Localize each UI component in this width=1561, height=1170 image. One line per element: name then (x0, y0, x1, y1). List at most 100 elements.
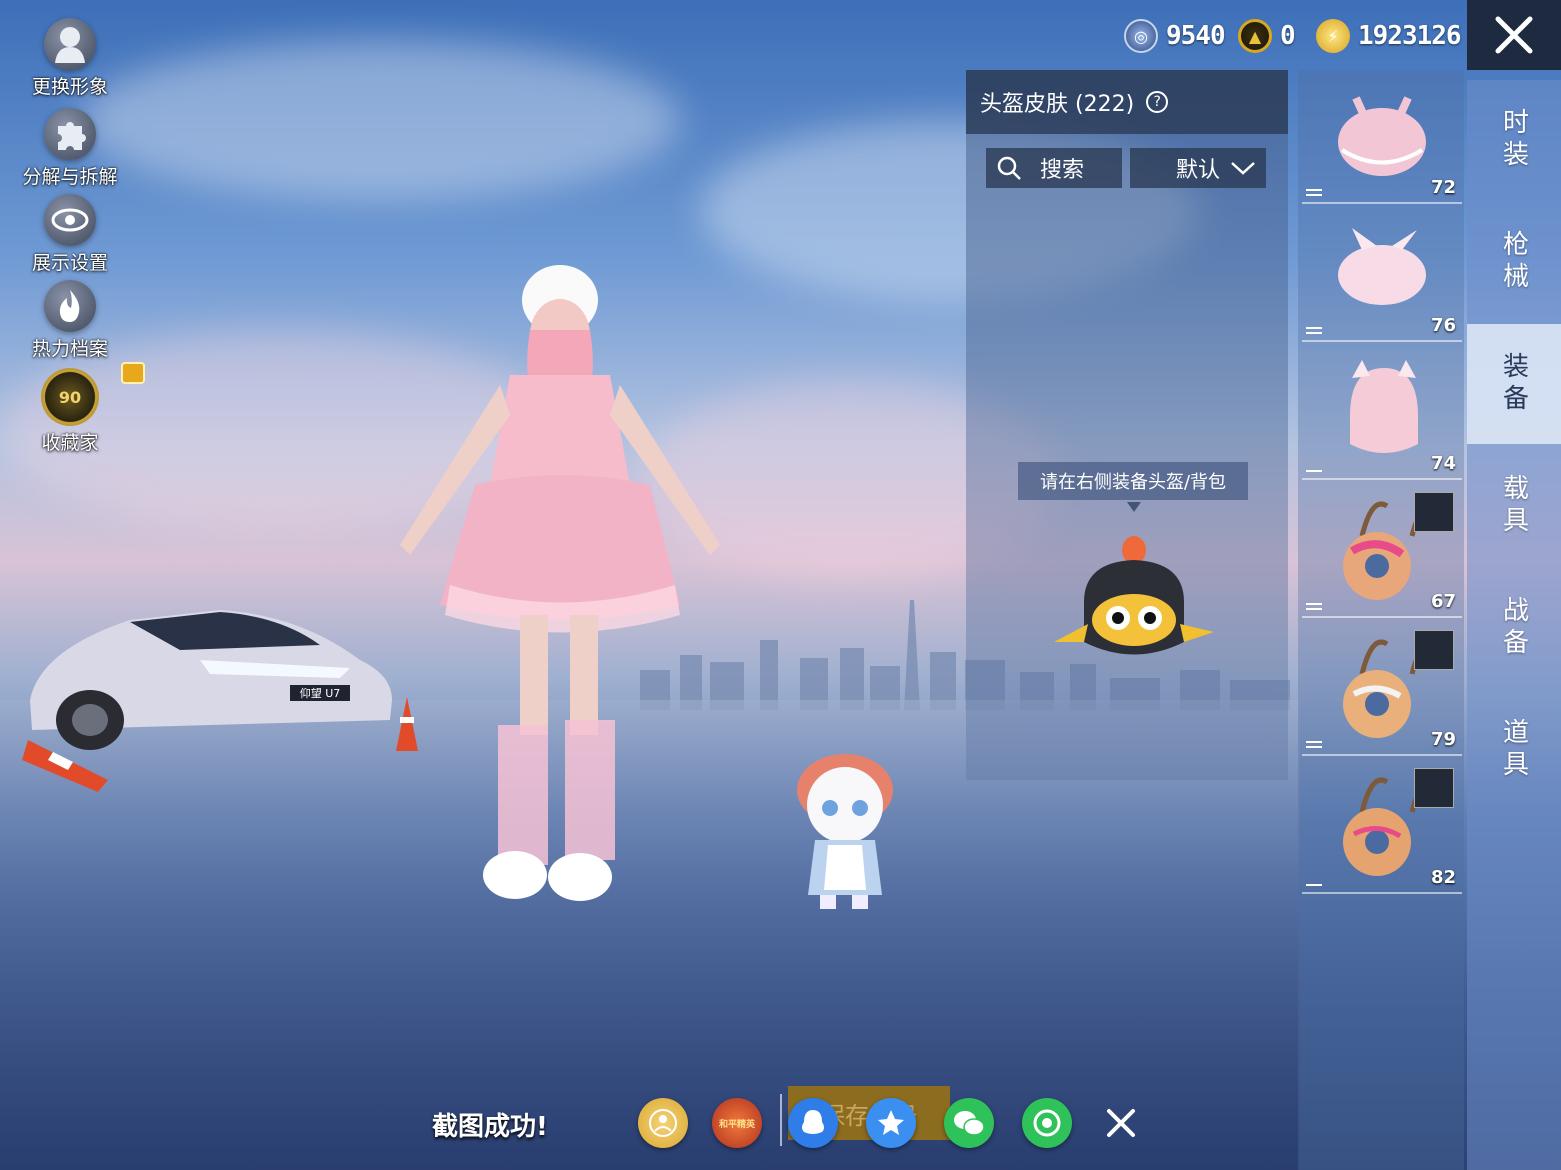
change-avatar-button[interactable]: 更换形象 (14, 18, 126, 99)
mini-thumbnail (1414, 492, 1454, 532)
item-card[interactable]: 76 (1302, 208, 1462, 342)
collector-badge-icon: 90 (41, 362, 145, 426)
heat-archive-label: 热力档案 (31, 338, 108, 360)
decompose-button[interactable]: 分解与拆解 (14, 108, 126, 189)
currency-1-value: 9540 (1166, 21, 1226, 51)
search-label: 搜索 (1040, 158, 1085, 183)
traffic-cone (22, 740, 108, 792)
puzzle-icon (44, 108, 96, 160)
helmet-preview[interactable] (1054, 532, 1214, 672)
display-settings-button[interactable]: 展示设置 (14, 194, 126, 275)
share-moments-button[interactable] (1022, 1098, 1072, 1148)
flame-icon (44, 280, 96, 332)
helmet-thumbnail (1338, 96, 1426, 176)
decompose-label: 分解与拆解 (22, 166, 118, 188)
drag-handle-icon[interactable] (1306, 738, 1322, 748)
panel-header: 头盔皮肤 (222) ? (966, 70, 1288, 134)
close-icon (1107, 1109, 1135, 1137)
tab-firearms[interactable]: 枪械 (1467, 202, 1561, 322)
currency-3[interactable]: ⚡ 1923126 (1316, 14, 1462, 58)
equip-hint-tooltip: 请在右侧装备头盔/背包 (1018, 462, 1248, 500)
helmet-shape (1350, 368, 1418, 453)
qq-icon (802, 1110, 824, 1134)
category-tabs: 时装 枪械 装备 载具 战备 道具 (1467, 80, 1561, 1170)
search-button[interactable]: 搜索 (986, 148, 1122, 188)
search-row: 搜索 默认 (986, 148, 1266, 188)
item-card[interactable]: 79 (1302, 622, 1462, 756)
drag-handle-icon[interactable] (1306, 881, 1322, 886)
wechat-icon (954, 1111, 985, 1136)
cloud (80, 40, 680, 200)
share-qq-button[interactable] (788, 1098, 838, 1148)
close-icon (1495, 16, 1533, 54)
helmet-shape (1338, 245, 1426, 305)
car-plate: 仰望 U7 (300, 686, 341, 700)
chevron-down-icon (1231, 162, 1255, 175)
item-number: 67 (1430, 591, 1456, 612)
share-qzone-button[interactable] (866, 1098, 916, 1148)
sort-dropdown[interactable]: 默认 (1130, 148, 1266, 188)
tab-fashion[interactable]: 时装 (1467, 80, 1561, 200)
drag-handle-icon[interactable] (1306, 467, 1322, 472)
currency-1[interactable]: ◎ 9540 (1124, 14, 1226, 58)
pet-companion[interactable] (790, 750, 900, 915)
share-friend-button[interactable] (638, 1098, 688, 1148)
coin-blue-icon: ◎ (1124, 19, 1158, 53)
star-icon (878, 1110, 904, 1135)
item-number: 79 (1430, 729, 1456, 750)
eye-icon (44, 194, 96, 246)
currency-2[interactable]: ▲ 0 (1238, 14, 1296, 58)
collector-button[interactable]: 90 收藏家 (14, 362, 145, 455)
item-number: 74 (1430, 453, 1456, 474)
item-number: 76 (1430, 315, 1456, 336)
drag-handle-icon[interactable] (1306, 600, 1322, 610)
share-wechat-button[interactable] (944, 1098, 994, 1148)
display-settings-label: 展示设置 (31, 252, 108, 274)
lightning-coin-icon: ⚡ (1316, 19, 1350, 53)
car-model[interactable]: 仰望 U7 (20, 590, 400, 750)
gift-icon[interactable] (121, 362, 145, 384)
item-card[interactable]: 67 (1302, 484, 1462, 618)
close-button[interactable] (1467, 0, 1561, 70)
drag-handle-icon[interactable] (1306, 324, 1322, 334)
item-number: 82 (1430, 867, 1456, 888)
tab-equipment[interactable]: 装备 (1467, 324, 1561, 444)
change-avatar-label: 更换形象 (31, 76, 108, 98)
helmet-skin-panel: 头盔皮肤 (222) ? 搜索 默认 请在右侧装备头盔/背包 (966, 70, 1288, 780)
game-logo-text: 和平精英 (718, 1119, 755, 1130)
helmet-shape (1338, 108, 1426, 176)
tab-combat-prep[interactable]: 战备 (1467, 568, 1561, 688)
helmet-thumbnail (1338, 228, 1426, 305)
helmet-thumbnail (1350, 360, 1418, 453)
drag-handle-icon[interactable] (1306, 186, 1322, 196)
search-icon (997, 156, 1021, 180)
coin-gold-icon: ▲ (1238, 19, 1272, 53)
person-icon (44, 18, 96, 70)
currency-3-value: 1923126 (1358, 21, 1462, 51)
moments-icon (1033, 1109, 1061, 1137)
item-card[interactable]: 74 (1302, 346, 1462, 480)
friend-icon (649, 1109, 677, 1137)
panel-title: 头盔皮肤 (222) (980, 92, 1135, 117)
item-list: 72 76 74 67 79 82 (1298, 70, 1464, 1170)
collector-label: 收藏家 (41, 432, 99, 454)
item-number: 72 (1430, 177, 1456, 198)
collector-level: 90 (58, 387, 82, 407)
currency-2-value: 0 (1280, 21, 1296, 51)
divider (780, 1094, 782, 1146)
help-icon[interactable]: ? (1146, 91, 1169, 113)
item-card[interactable]: 82 (1302, 760, 1462, 894)
share-bar: 截图成功! 保存相册 和平精英 (0, 1080, 1300, 1170)
tab-items[interactable]: 道具 (1467, 690, 1561, 810)
game-logo-button[interactable]: 和平精英 (712, 1098, 762, 1148)
screenshot-success-toast: 截图成功! (432, 1112, 548, 1142)
character-model[interactable] (380, 255, 740, 915)
tab-vehicles[interactable]: 载具 (1467, 446, 1561, 566)
tooltip-arrow (1127, 502, 1141, 512)
mini-thumbnail (1414, 768, 1454, 808)
item-card[interactable]: 72 (1302, 70, 1462, 204)
heat-archive-button[interactable]: 热力档案 (14, 280, 126, 361)
close-share-button[interactable] (1096, 1098, 1146, 1148)
mini-thumbnail (1414, 630, 1454, 670)
sort-label: 默认 (1175, 158, 1220, 183)
